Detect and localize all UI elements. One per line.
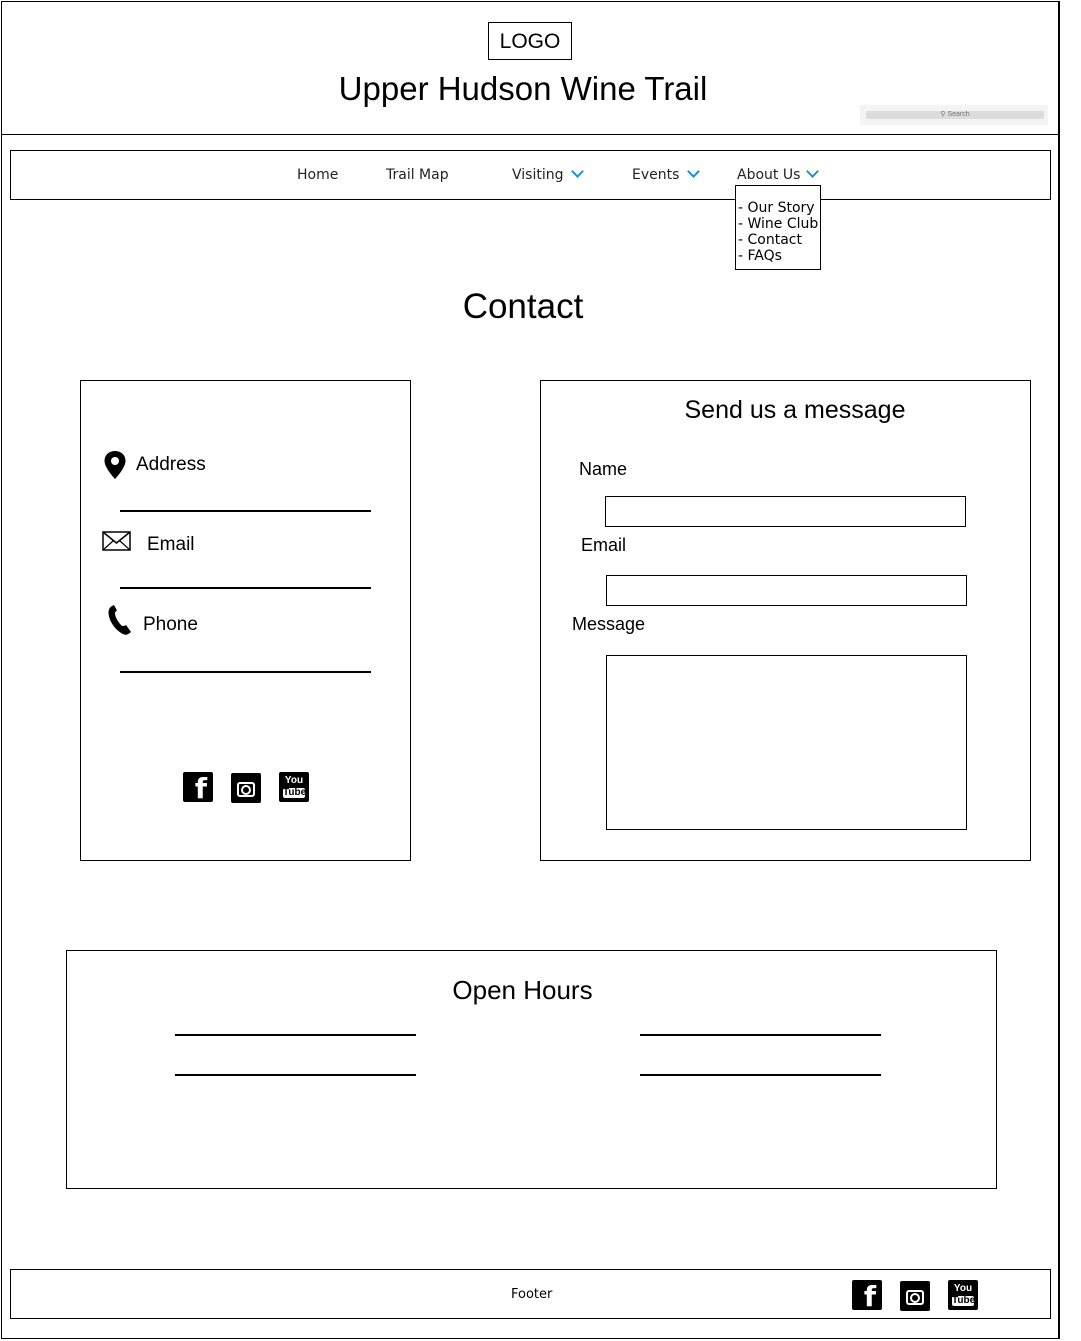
- phone-line: [120, 671, 371, 673]
- chevron-down-icon: [687, 165, 701, 178]
- nav-events[interactable]: Events: [632, 165, 701, 183]
- header-divider: [1, 134, 1059, 135]
- search-placeholder: Search: [947, 111, 970, 118]
- message-textarea[interactable]: [606, 655, 967, 830]
- email-line: [120, 587, 371, 589]
- search-icon: ⚲: [940, 111, 946, 118]
- footer-label: Footer: [511, 1287, 553, 1302]
- message-form-title: Send us a message: [684, 396, 906, 424]
- site-title: Upper Hudson Wine Trail: [338, 70, 708, 107]
- nav-visiting-label: Visiting: [512, 167, 564, 183]
- nav-trail-map[interactable]: Trail Map: [386, 167, 449, 183]
- facebook-icon[interactable]: f: [852, 1280, 882, 1313]
- facebook-icon[interactable]: f: [183, 772, 213, 805]
- hours-line: [175, 1034, 416, 1036]
- youtube-icon-bottom: Tube: [283, 787, 307, 798]
- chevron-down-icon: [806, 165, 820, 178]
- youtube-icon-bottom: Tube: [952, 1295, 976, 1306]
- email-label: Email: [147, 534, 195, 555]
- hours-line: [640, 1034, 881, 1036]
- dropdown-item-contact[interactable]: - Contact: [738, 232, 820, 248]
- nav-about-us-label: About Us: [737, 167, 801, 183]
- page-title: Contact: [462, 287, 584, 326]
- hours-line: [175, 1074, 416, 1076]
- name-label: Name: [579, 459, 628, 479]
- instagram-icon[interactable]: [231, 773, 261, 803]
- nav-events-label: Events: [632, 167, 680, 183]
- phone-label: Phone: [143, 614, 198, 635]
- youtube-icon-top: You: [284, 775, 304, 786]
- nav-about-us[interactable]: About Us: [737, 165, 820, 183]
- envelope-icon: [102, 531, 131, 551]
- hours-line: [640, 1074, 881, 1076]
- name-field[interactable]: [605, 496, 966, 527]
- search-input[interactable]: ⚲ Search: [866, 111, 1044, 119]
- phone-icon: [108, 605, 131, 635]
- address-label: Address: [136, 454, 206, 475]
- logo[interactable]: LOGO: [488, 22, 572, 60]
- nav-home[interactable]: Home: [297, 167, 338, 183]
- about-us-dropdown: - Our Story - Wine Club - Contact - FAQs: [735, 185, 821, 270]
- youtube-icon[interactable]: You Tube: [279, 772, 309, 802]
- dropdown-item-wine-club[interactable]: - Wine Club: [738, 216, 820, 232]
- dropdown-item-faqs[interactable]: - FAQs: [738, 248, 820, 264]
- chevron-down-icon: [571, 165, 585, 178]
- message-label: Message: [572, 614, 646, 634]
- address-line: [120, 510, 371, 512]
- open-hours-title: Open Hours: [452, 975, 593, 1005]
- email-field[interactable]: [606, 575, 967, 606]
- nav-visiting[interactable]: Visiting: [512, 165, 585, 183]
- map-pin-icon: [104, 451, 126, 479]
- instagram-icon[interactable]: [900, 1281, 930, 1311]
- youtube-icon[interactable]: You Tube: [948, 1280, 978, 1310]
- dropdown-item-our-story[interactable]: - Our Story: [738, 200, 820, 216]
- search-box[interactable]: ⚲ Search: [860, 105, 1048, 125]
- youtube-icon-top: You: [953, 1283, 973, 1294]
- form-email-label: Email: [581, 535, 627, 555]
